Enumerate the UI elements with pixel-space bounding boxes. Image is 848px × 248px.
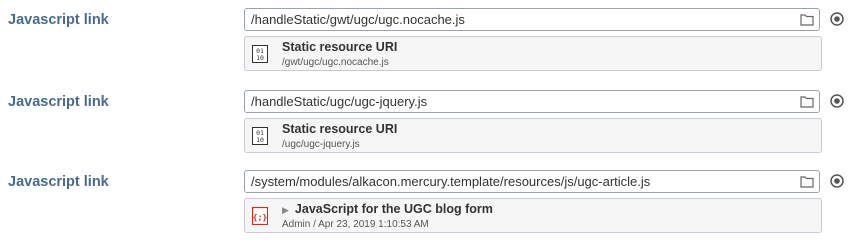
field-label: Javascript link — [8, 94, 109, 110]
folder-icon[interactable] — [800, 175, 814, 188]
expand-caret-icon[interactable]: ▶ — [282, 205, 289, 215]
resource-subtitle: /ugc/ugc-jquery.js — [282, 139, 360, 150]
field-label: Javascript link — [8, 12, 109, 28]
svg-text:10: 10 — [256, 136, 264, 144]
link-input-value[interactable]: /system/modules/alkacon.mercury.template… — [251, 174, 650, 189]
binary-file-icon: 01 10 — [252, 45, 268, 63]
folder-icon[interactable] — [800, 95, 814, 108]
resource-subtitle: Admin / Apr 23, 2019 1:10:53 AM — [282, 219, 429, 230]
resource-title: Static resource URI — [282, 122, 398, 136]
radio-option-icon[interactable] — [830, 174, 844, 188]
binary-file-icon: 01 10 — [252, 127, 268, 145]
resource-title: ▶ JavaScript for the UGC blog form — [282, 202, 493, 216]
link-input-value[interactable]: /handleStatic/gwt/ugc/ugc.nocache.js — [251, 12, 465, 27]
field-row: Javascript link /handleStatic/ugc/ugc-jq… — [0, 90, 848, 168]
link-input[interactable]: /handleStatic/ugc/ugc-jquery.js — [244, 90, 820, 113]
field-row: Javascript link /system/modules/alkacon.… — [0, 170, 848, 248]
link-input[interactable]: /handleStatic/gwt/ugc/ugc.nocache.js — [244, 8, 820, 31]
link-input-value[interactable]: /handleStatic/ugc/ugc-jquery.js — [251, 94, 427, 109]
resource-info-card[interactable]: {;} ▶ JavaScript for the UGC blog form Ad… — [244, 198, 822, 233]
radio-option-icon[interactable] — [830, 94, 844, 108]
resource-title-text: JavaScript for the UGC blog form — [294, 202, 493, 216]
resource-title: Static resource URI — [282, 40, 398, 54]
radio-option-icon[interactable] — [830, 12, 844, 26]
link-input[interactable]: /system/modules/alkacon.mercury.template… — [244, 170, 820, 193]
resource-subtitle: /gwt/ugc/ugc.nocache.js — [282, 57, 389, 68]
field-row: Javascript link /handleStatic/gwt/ugc/ug… — [0, 8, 848, 86]
resource-info-card[interactable]: 01 10 Static resource URI /gwt/ugc/ugc.n… — [244, 36, 822, 71]
svg-text:{;}: {;} — [253, 213, 268, 222]
javascript-file-icon: {;} — [252, 207, 268, 225]
field-label: Javascript link — [8, 174, 109, 190]
folder-icon[interactable] — [800, 13, 814, 26]
svg-text:10: 10 — [256, 54, 264, 62]
resource-info-card[interactable]: 01 10 Static resource URI /ugc/ugc-jquer… — [244, 118, 822, 153]
